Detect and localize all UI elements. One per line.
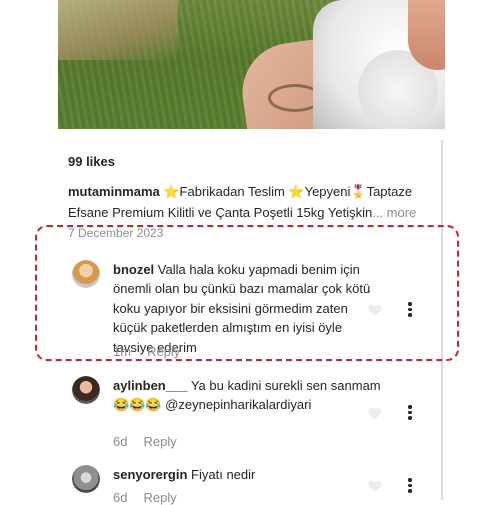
post-image[interactable] [58,0,445,129]
avatar[interactable] [72,260,100,288]
comment-username[interactable]: bnozel [113,262,154,277]
comment-body: aylinben___ Ya bu kadini surekli sen san… [113,376,383,415]
more-options-icon[interactable] [408,478,412,493]
reply-button[interactable]: Reply [143,434,176,449]
caption-more-link[interactable]: ... more [372,205,416,220]
reply-button[interactable]: Reply [147,344,180,359]
avatar[interactable] [72,376,100,404]
avatar[interactable] [72,465,100,493]
comment-text: Fiyatı nedir [191,467,256,482]
comment-body: senyorergin Fiyatı nedir [113,465,383,484]
more-options-icon[interactable] [408,302,412,317]
comment-time: 6d [113,434,128,449]
post-caption: mutaminmama ⭐Fabrikadan Teslim ⭐Yepyeni🎖… [68,181,440,223]
comment-username[interactable]: aylinben___ [113,378,187,393]
heart-icon[interactable] [368,479,382,493]
more-options-icon[interactable] [408,405,412,420]
caption-username[interactable]: mutaminmama [68,184,160,199]
comment-meta: 6d Reply [113,490,177,505]
comment-body: bnozel Valla hala koku yapmadi benim içi… [113,260,383,357]
likes-count[interactable]: 99 likes [68,154,115,169]
comment-time: 1m [113,344,132,359]
comment-username[interactable]: senyorergin [113,467,187,482]
comment-meta: 6d Reply [113,434,177,449]
comment-meta: 1m Reply [113,344,180,359]
heart-icon[interactable] [368,303,382,317]
heart-icon[interactable] [368,406,382,420]
reply-button[interactable]: Reply [143,490,176,505]
comment-time: 6d [113,490,128,505]
